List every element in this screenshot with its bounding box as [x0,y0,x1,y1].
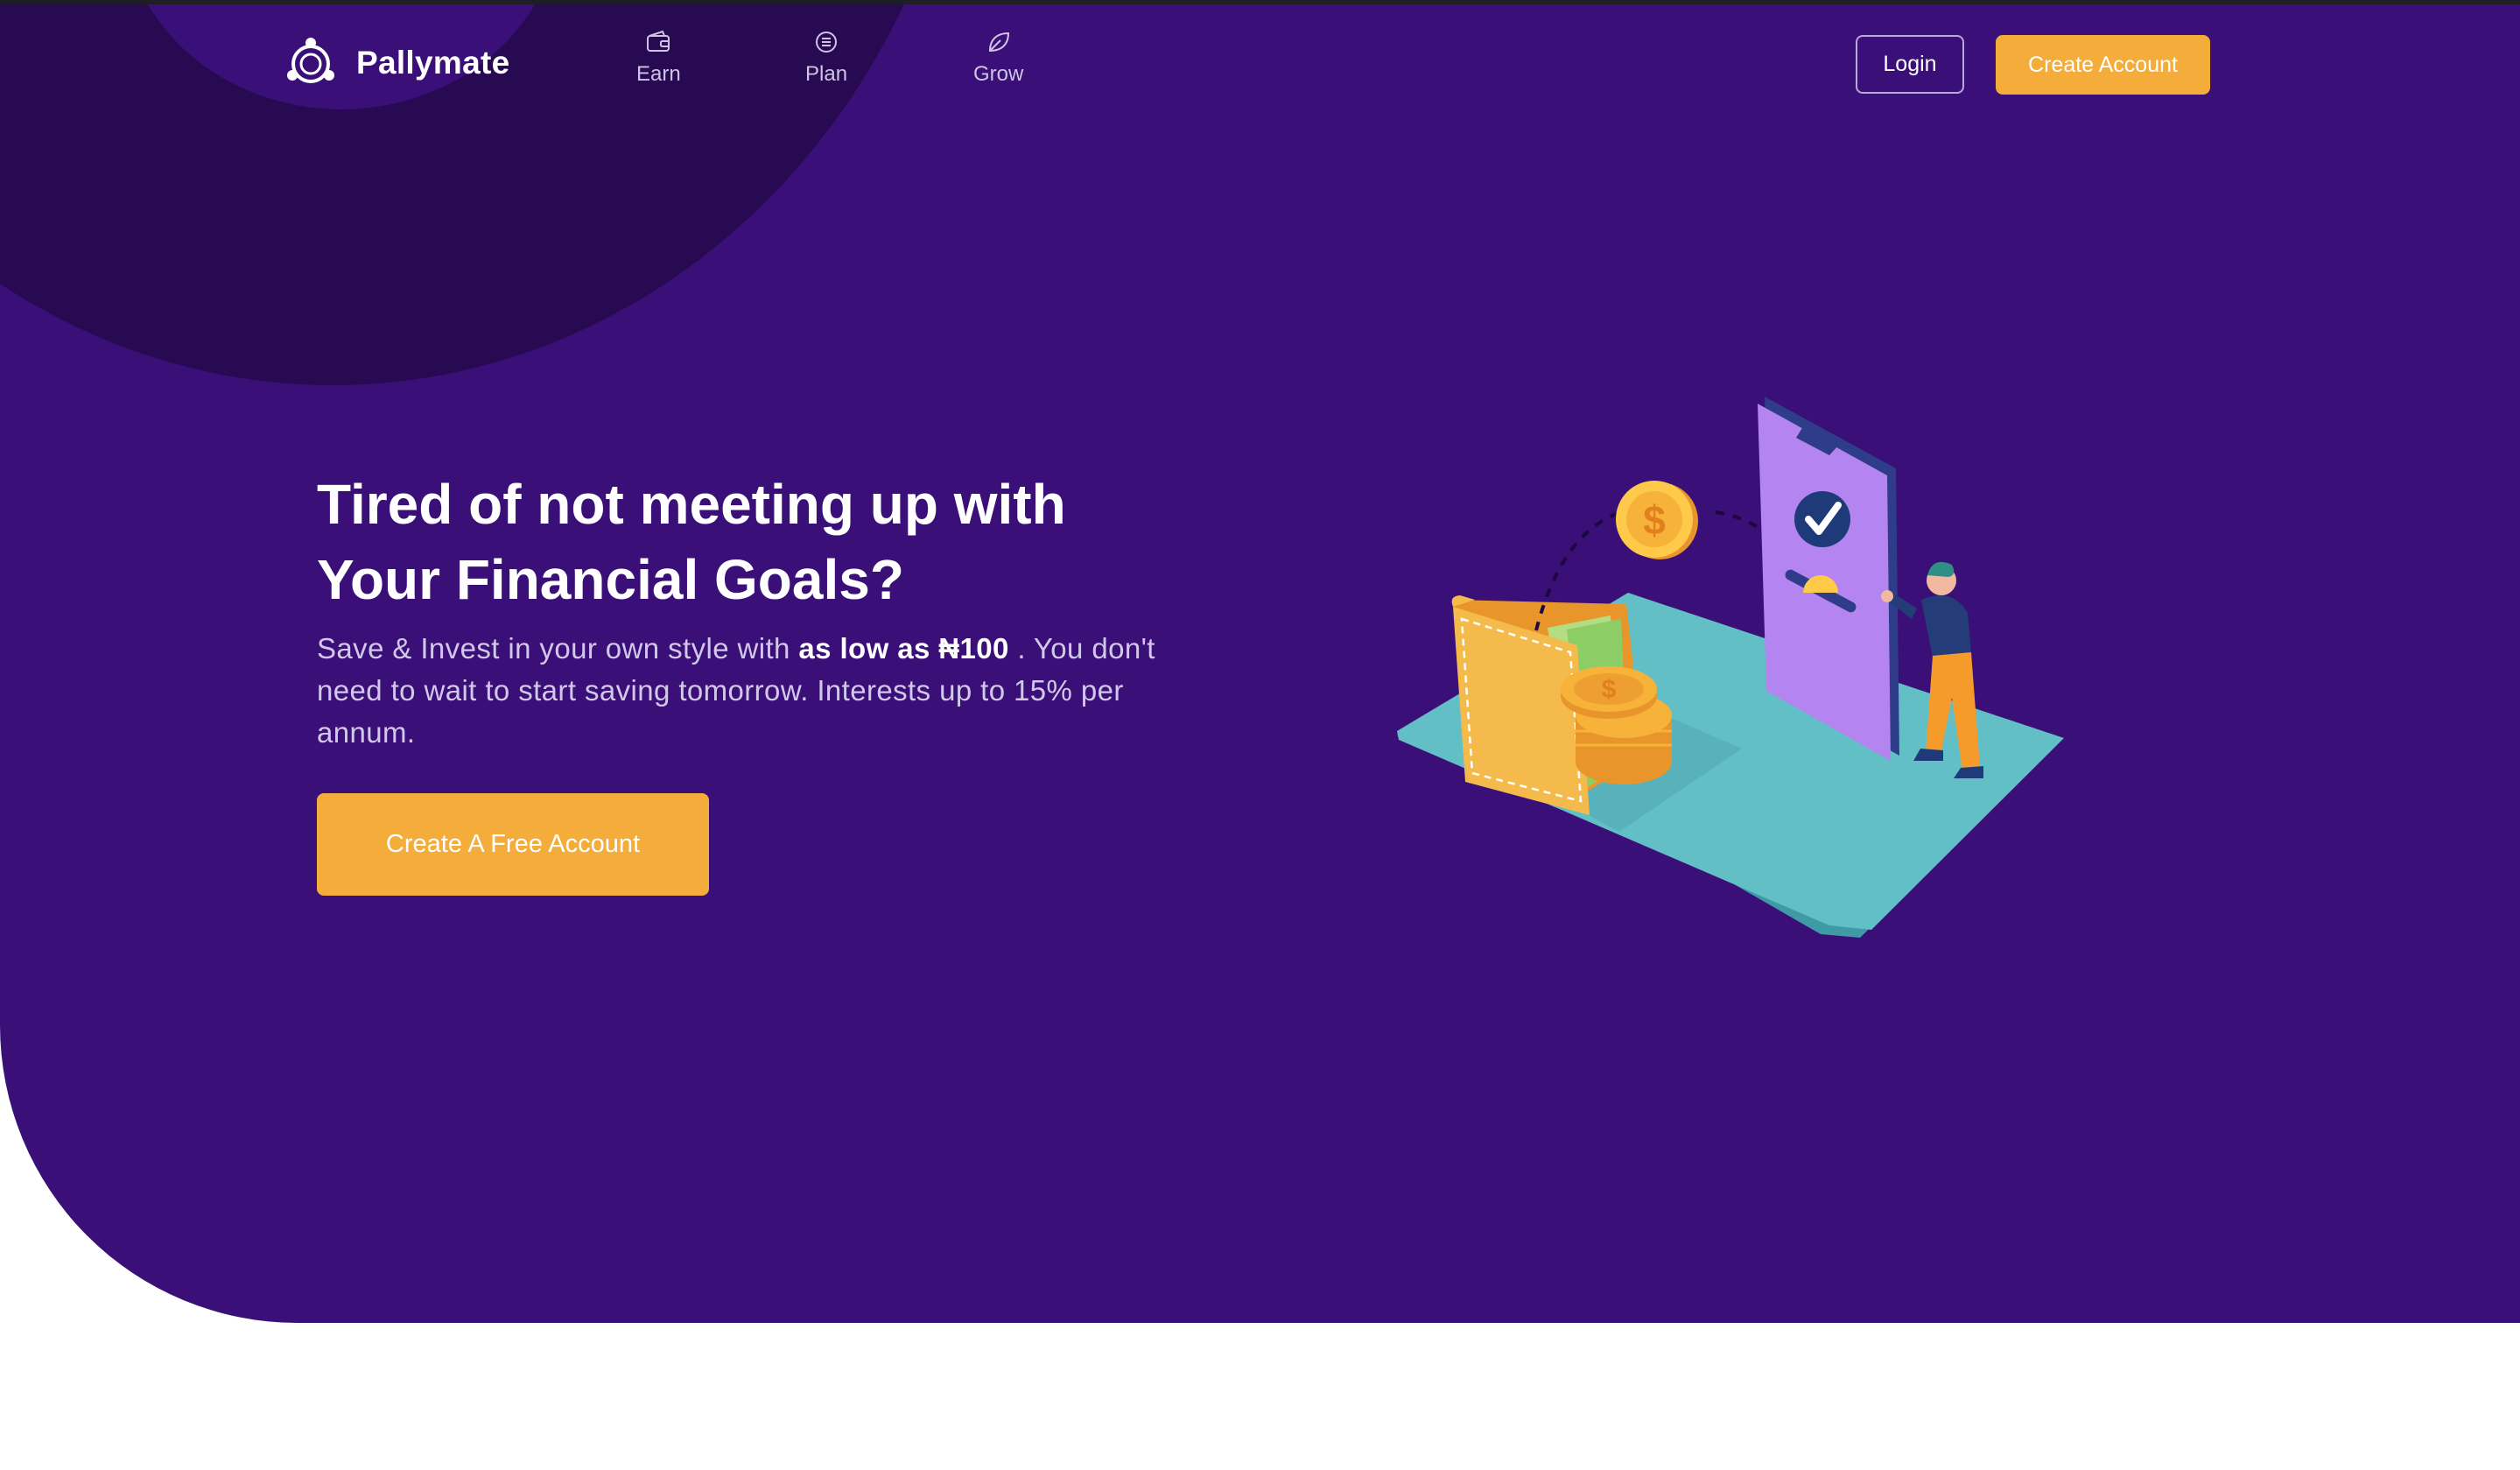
svg-text:$: $ [1602,675,1617,704]
pallymate-logo-icon [287,38,334,83]
nav-label-earn: Earn [636,62,681,86]
hero-subtext-highlight: as low as ₦100 [798,632,1009,665]
savings-illustration: $ $ [1397,397,2064,938]
create-account-button[interactable]: Create Account [1996,35,2210,95]
wallet-icon [647,30,670,52]
svg-text:$: $ [1643,497,1666,543]
hero-subtext-start: Save & Invest in your own style with [317,632,799,665]
nav-item-earn[interactable]: Earn [636,29,681,87]
hero-headline: Tired of not meeting up with Your Financ… [317,473,1066,611]
hero-section: Pallymate Earn Plan Grow Login Create Ac… [0,4,2520,1323]
leaf-icon [988,32,1009,53]
coin-stack: $ [1561,666,1672,784]
coin-flying: $ [1616,481,1698,559]
list-circle-icon [816,32,838,53]
login-button[interactable]: Login [1856,35,1964,94]
nav-item-plan[interactable]: Plan [805,29,847,87]
nav-item-grow[interactable]: Grow [973,29,1023,87]
create-free-account-button[interactable]: Create A Free Account [317,793,709,896]
logo[interactable]: Pallymate [283,35,509,91]
hero-subtext: Save & Invest in your own style with as … [317,628,1210,754]
brand-name: Pallymate [356,45,510,81]
nav-label-grow: Grow [973,62,1024,86]
nav-label-plan: Plan [805,62,848,86]
